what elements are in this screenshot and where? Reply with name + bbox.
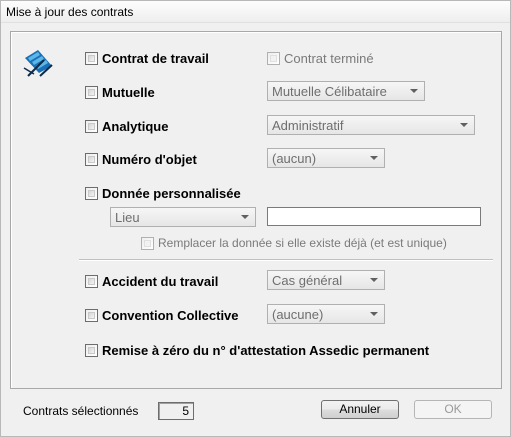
remplacer-box[interactable] [141, 236, 154, 250]
convention-label: Convention Collective [102, 308, 239, 323]
contrat-travail-label: Contrat de travail [102, 51, 209, 66]
remise-zero-label: Remise à zéro du n° d'attestation Assedi… [102, 343, 430, 358]
mutuelle-checkbox[interactable]: Mutuelle [85, 85, 155, 100]
numero-objet-label: Numéro d'objet [102, 152, 197, 167]
mutuelle-select-value: Mutuelle Célibataire [272, 83, 387, 99]
chevron-down-icon [460, 123, 468, 127]
accident-select[interactable]: Cas général [267, 270, 385, 290]
chevron-down-icon [370, 278, 378, 282]
accident-checkbox[interactable]: Accident du travail [85, 274, 218, 289]
contrat-termine-checkbox[interactable]: Contrat terminé [267, 51, 374, 66]
mutuelle-box[interactable] [85, 86, 98, 99]
window-title: Mise à jour des contrats [6, 5, 134, 19]
convention-select[interactable]: (aucune) [267, 304, 385, 324]
accident-label: Accident du travail [102, 274, 219, 289]
chevron-down-icon [370, 312, 378, 316]
contrat-termine-box[interactable] [267, 52, 280, 65]
accident-select-value: Cas général [272, 272, 343, 288]
analytique-select-value: Administratif [272, 117, 344, 133]
contrat-travail-checkbox[interactable]: Contrat de travail [85, 51, 209, 66]
convention-select-value: (aucune) [272, 306, 324, 322]
chevron-down-icon [241, 215, 249, 219]
donnee-perso-field-value: Lieu [115, 209, 140, 225]
numero-objet-checkbox[interactable]: Numéro d'objet [85, 152, 197, 167]
analytique-box[interactable] [85, 120, 98, 133]
dialog-window: Mise à jour des contrats Contrat de trav… [0, 0, 511, 437]
donnee-perso-label: Donnée personnalisée [102, 186, 241, 201]
numero-objet-select[interactable]: (aucun) [267, 148, 385, 168]
donnee-perso-checkbox[interactable]: Donnée personnalisée [85, 186, 241, 201]
cancel-button[interactable]: Annuler [321, 400, 399, 419]
contrat-travail-box[interactable] [85, 52, 98, 65]
numero-objet-box[interactable] [85, 153, 98, 166]
selected-count-label: Contrats sélectionnés [23, 404, 139, 418]
analytique-label: Analytique [102, 119, 169, 134]
numero-objet-select-value: (aucun) [272, 150, 317, 166]
convention-box[interactable] [85, 309, 98, 322]
title-bar[interactable]: Mise à jour des contrats [1, 1, 510, 23]
convention-checkbox[interactable]: Convention Collective [85, 308, 239, 323]
mutuelle-label: Mutuelle [102, 85, 155, 100]
donnee-perso-box[interactable] [85, 187, 98, 200]
beach-chair-logo-icon [23, 50, 53, 77]
analytique-select[interactable]: Administratif [267, 115, 475, 135]
donnee-perso-field-select[interactable]: Lieu [110, 207, 256, 227]
ok-button[interactable]: OK [414, 400, 492, 419]
remplacer-checkbox[interactable]: Remplacer la donnée si elle existe déjà … [141, 236, 447, 250]
mutuelle-select[interactable]: Mutuelle Célibataire [267, 81, 425, 101]
chevron-down-icon [370, 156, 378, 160]
accident-box[interactable] [85, 275, 98, 288]
remplacer-label: Remplacer la donnée si elle existe déjà … [158, 236, 447, 250]
section-separator [79, 259, 493, 261]
contrat-termine-label: Contrat terminé [284, 51, 374, 66]
selected-count-value: 5 [158, 402, 194, 420]
analytique-checkbox[interactable]: Analytique [85, 119, 168, 134]
remise-zero-box[interactable] [85, 344, 98, 357]
chevron-down-icon [410, 89, 418, 93]
donnee-perso-text-input[interactable] [267, 207, 481, 226]
remise-zero-checkbox[interactable]: Remise à zéro du n° d'attestation Assedi… [85, 343, 429, 358]
